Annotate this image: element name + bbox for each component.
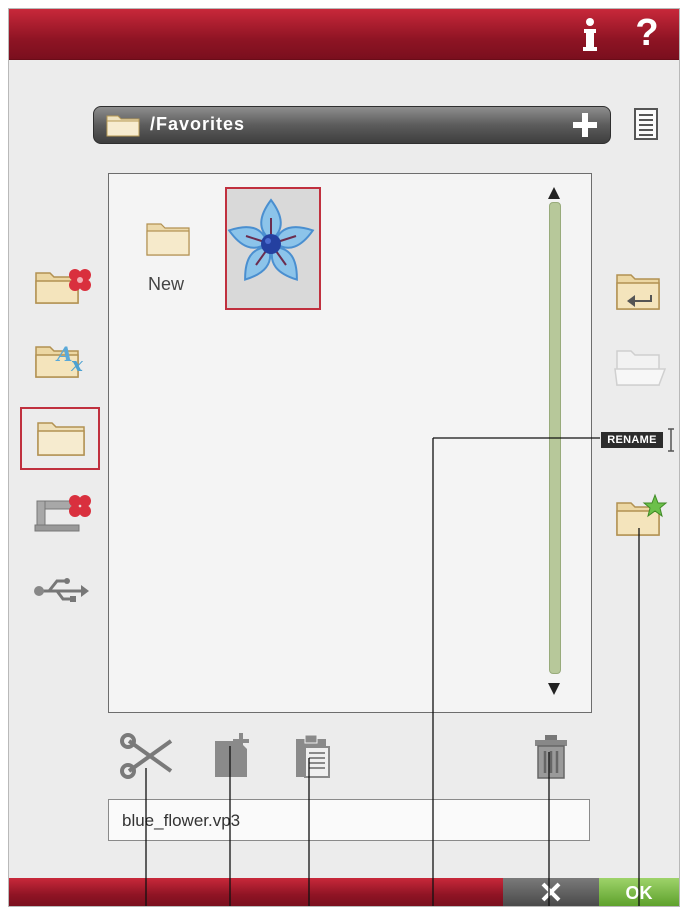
text-cursor-icon [667, 427, 675, 453]
filename-field[interactable]: blue_flower.vp3 [108, 799, 590, 841]
cancel-icon [541, 882, 561, 902]
trash-icon [535, 735, 567, 779]
folder-up-icon [616, 274, 660, 310]
embroidery-designs-folder-icon [35, 269, 91, 304]
path-bar[interactable]: /Favorites [93, 106, 611, 144]
clipboard-icon [296, 734, 330, 778]
new-folder-button[interactable] [211, 731, 257, 781]
paste-button[interactable] [293, 731, 333, 781]
design-file-item[interactable] [225, 187, 321, 310]
bottom-bar: OK [9, 878, 679, 906]
machine-folder-button[interactable] [31, 489, 91, 539]
fonts-folder-button[interactable]: A x [31, 337, 91, 387]
embroidery-designs-folder-button[interactable] [31, 263, 91, 313]
sewing-machine-file-manager: ? /Favorites A x New RENAME blue_flower.… [8, 8, 680, 907]
plus-icon[interactable] [570, 110, 600, 140]
delete-button[interactable] [531, 733, 571, 781]
file-browser[interactable]: New [108, 173, 592, 713]
top-bar: ? [9, 9, 679, 60]
rename-button[interactable]: RENAME [601, 432, 663, 448]
open-folder-icon [614, 350, 667, 386]
folder-item-new[interactable]: New [141, 220, 191, 300]
folder-name: New [147, 274, 184, 294]
info-icon[interactable] [579, 17, 601, 53]
folder-icon [106, 113, 140, 137]
usb-icon [34, 578, 89, 602]
svg-text:A: A [55, 342, 73, 366]
cancel-button[interactable] [503, 878, 599, 906]
ok-button[interactable]: OK [599, 878, 679, 906]
folder-icon [146, 220, 190, 256]
open-folder-button[interactable] [611, 343, 671, 393]
blue-flower-design-icon [227, 198, 315, 281]
personal-folder-button[interactable] [20, 407, 100, 470]
new-file-icon [215, 733, 249, 777]
favorite-folder-button[interactable] [611, 493, 671, 543]
help-button[interactable]: ? [629, 11, 665, 55]
scroll-up-arrow[interactable] [546, 186, 562, 200]
scrollbar[interactable] [549, 202, 561, 674]
svg-text:x: x [70, 352, 84, 376]
cut-button[interactable] [119, 731, 177, 781]
usb-button[interactable] [31, 565, 91, 615]
fonts-folder-icon: A x [35, 342, 84, 378]
current-path: /Favorites [150, 114, 246, 134]
scroll-down-arrow[interactable] [546, 682, 562, 696]
list-view-icon[interactable] [633, 107, 659, 141]
machine-folder-icon [34, 495, 91, 532]
folder-up-button[interactable] [611, 267, 671, 317]
scissors-icon [120, 733, 173, 779]
personal-folder-icon [37, 422, 85, 456]
favorite-folder-icon [616, 493, 668, 536]
